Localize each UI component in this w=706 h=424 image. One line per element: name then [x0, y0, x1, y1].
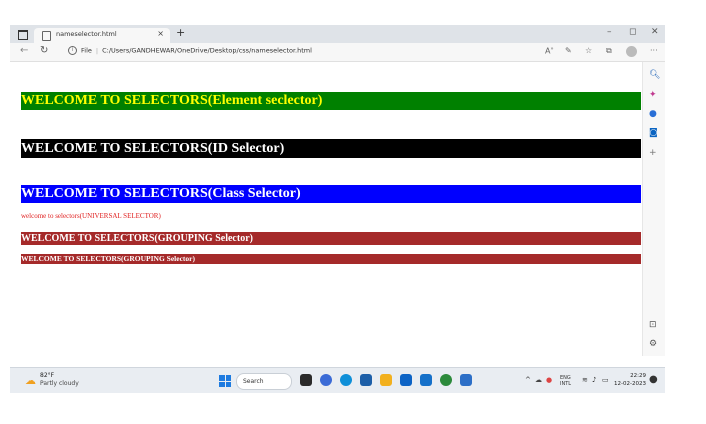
tab-bar: nameselector.html × + – ◻ ✕ — [10, 25, 665, 43]
sidebar-toggle-icon[interactable]: ⊡ — [649, 320, 657, 330]
clock-time: 22:29 — [630, 373, 646, 379]
store-icon[interactable] — [360, 374, 372, 386]
app-icon[interactable] — [420, 374, 432, 386]
weather-desc[interactable]: Partly cloudy — [40, 380, 79, 387]
more-icon[interactable]: ··· — [650, 46, 658, 55]
restore-button[interactable]: ◻ — [629, 27, 636, 37]
settings-icon[interactable]: ⚙ — [649, 339, 657, 349]
universal-selector-text: welcome to selectors(UNIVERSAL SELECTOR) — [21, 212, 161, 220]
page-icon — [42, 31, 51, 41]
tab-title: nameselector.html — [56, 30, 117, 38]
read-aloud-icon[interactable]: A» — [545, 46, 554, 56]
minimize-button[interactable]: – — [607, 27, 612, 37]
battery-icon[interactable]: ▭ — [602, 376, 609, 384]
taskbar-search[interactable]: Search — [236, 373, 292, 390]
weather-temp[interactable]: 82°F — [40, 372, 54, 379]
edge-icon[interactable] — [340, 374, 352, 386]
url-scheme: File — [81, 46, 92, 55]
tab-nameselector[interactable]: nameselector.html × — [34, 28, 170, 43]
profile-icon[interactable] — [626, 46, 637, 57]
chrome-icon[interactable] — [440, 374, 452, 386]
outlook-icon[interactable]: ◙ — [649, 128, 658, 138]
address-bar: ← ↻ i File | C:/Users/GANDHEWAR/OneDrive/De… — [10, 43, 665, 62]
notification-icon[interactable]: ● — [649, 374, 658, 385]
weather-icon[interactable]: ☁ — [25, 374, 36, 387]
search-label: Search — [243, 378, 264, 385]
office-icon[interactable]: ● — [649, 109, 657, 119]
onedrive-icon[interactable]: ☁ — [535, 376, 542, 384]
new-tab-button[interactable]: + — [176, 26, 185, 39]
mail-icon[interactable] — [400, 374, 412, 386]
refresh-icon[interactable]: ↻ — [40, 45, 48, 56]
chevron-up-icon[interactable]: ^ — [525, 376, 531, 384]
tab-actions-icon[interactable] — [18, 30, 28, 40]
chat-icon[interactable] — [320, 374, 332, 386]
task-view-icon[interactable] — [300, 374, 312, 386]
clock-date: 12-02-2023 — [614, 381, 646, 387]
file-explorer-icon[interactable] — [380, 374, 392, 386]
browser-window: nameselector.html × + – ◻ ✕ ← ↻ i File | C:… — [10, 25, 665, 393]
url-field[interactable]: i File | C:/Users/GANDHEWAR/OneDrive/Deskto… — [68, 46, 312, 55]
heading-id-selector: WELCOME TO SELECTORS(ID Selector) — [21, 139, 641, 158]
heading-element-selector: WELCOME TO SELECTORS(Element seclector) — [21, 92, 641, 110]
plus-icon[interactable]: + — [649, 148, 657, 158]
security-icon[interactable]: ● — [546, 376, 552, 384]
collections-icon[interactable]: ⧉ — [606, 46, 612, 56]
close-window-button[interactable]: ✕ — [651, 27, 659, 37]
extensions-icon[interactable]: ✎ — [565, 46, 572, 55]
windows-icon[interactable] — [219, 375, 231, 387]
heading-class-selector: WELCOME TO SELECTORS(Class Selector) — [21, 185, 641, 203]
sparkle-icon[interactable]: ✦ — [649, 90, 657, 100]
clock[interactable]: 22:29 12-02-2023 — [614, 372, 646, 388]
back-icon[interactable]: ← — [20, 45, 28, 56]
notepad-icon[interactable] — [460, 374, 472, 386]
grouping-selector-heading-3: WELCOME TO SELECTORS(GROUPING Selector) — [21, 254, 641, 264]
url-text: C:/Users/GANDHEWAR/OneDrive/Desktop/css/… — [102, 46, 312, 55]
grouping-selector-heading-2: WELCOME TO SELECTORS(GROUPING Selector) — [21, 232, 641, 245]
info-icon[interactable]: i — [68, 46, 77, 55]
page-content: WELCOME TO SELECTORS(Element seclector) … — [10, 62, 642, 356]
volume-icon[interactable]: ♪ — [592, 376, 596, 384]
tab-close-icon[interactable]: × — [157, 29, 164, 38]
favorites-icon[interactable]: ☆ — [585, 46, 592, 55]
taskbar: ☁ 82°F Partly cloudy Search ^ ☁ ● ENG IN… — [10, 367, 665, 393]
edge-sidebar: 🔍︎ ✦ ● ◙ + ⊡ ⚙ — [642, 62, 665, 356]
language-indicator[interactable]: ENG INTL — [560, 375, 571, 387]
search-icon[interactable]: 🔍︎ — [649, 70, 660, 80]
wifi-icon[interactable]: ≋ — [582, 376, 588, 384]
